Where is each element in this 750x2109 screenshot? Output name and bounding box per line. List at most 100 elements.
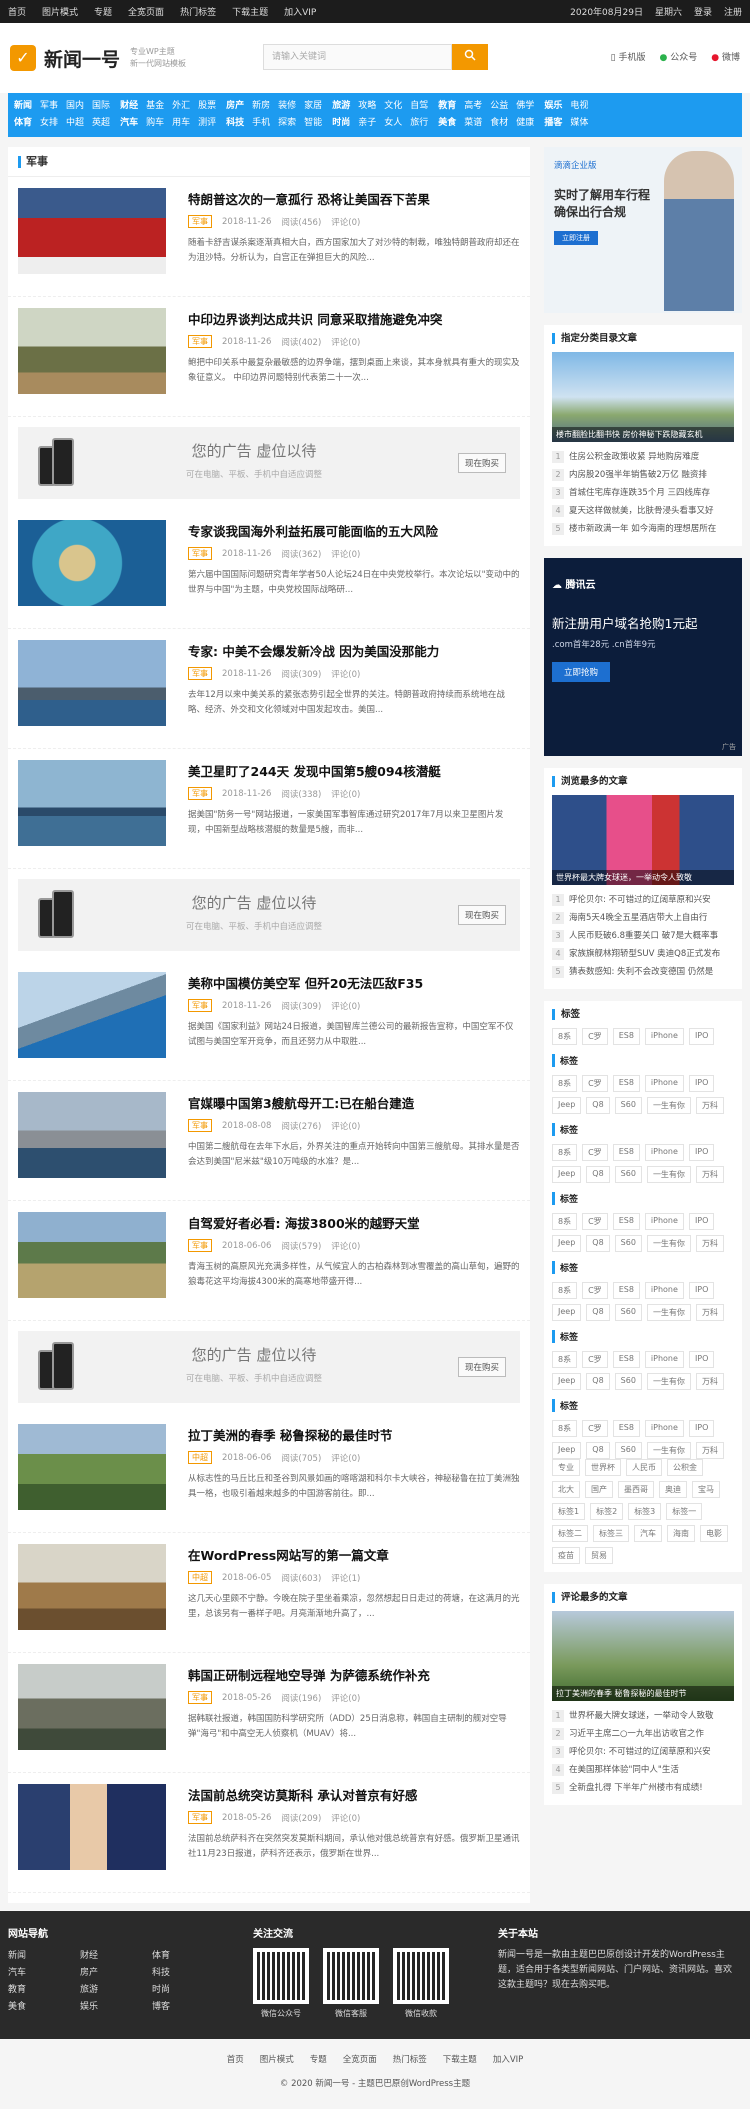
tag-link[interactable]: C罗 [582,1282,608,1299]
article-item[interactable]: 美称中国模仿美空军 但歼20无法匹敌F35 军事 2018-11-26 阅读(309)… [8,961,530,1081]
top-link-hot-tags[interactable]: 热门标签 [180,8,216,18]
tag-link[interactable]: 北大 [552,1481,580,1498]
category-image[interactable]: 楼市翻脸比翻书快 房价神秘下跌隐藏玄机 [552,352,734,442]
tag-link[interactable]: C罗 [582,1075,608,1092]
nav-item[interactable]: 家居 [304,99,322,114]
footer-link[interactable]: 新闻 [8,1948,80,1961]
tag-link[interactable]: 万科 [695,1235,724,1252]
article-thumbnail[interactable] [18,1664,166,1750]
article-thumbnail[interactable] [18,1424,166,1510]
nav-item[interactable]: 女排 [40,116,58,131]
tag-link[interactable]: 海南 [667,1525,695,1542]
sidebar-list-item[interactable]: 3 人民币贬破6.8重要关口 破7是大概率事 [552,927,734,945]
tag-link[interactable]: ES8 [612,1351,640,1368]
nav-item[interactable]: 基金 [146,99,164,114]
tag-link[interactable]: 标签二 [552,1525,588,1542]
article-title[interactable]: 法国前总统突访莫斯科 承认对普京有好感 [188,1787,520,1805]
site-logo[interactable]: 新闻一号 [44,45,120,72]
login-link[interactable]: 登录 [694,8,712,18]
footer-link[interactable]: 科技 [152,1965,224,1978]
tag-link[interactable]: Q8 [586,1304,610,1321]
sidebar-list-item[interactable]: 5 全新盘扎得 下半年广州楼市有成绩! [552,1779,734,1797]
tag-link[interactable]: S60 [614,1166,642,1183]
nav-item[interactable]: 用车 [172,116,190,131]
sidebar-list-item[interactable]: 3 呼伦贝尔: 不可错过的辽阔草原和兴安 [552,1743,734,1761]
nav-item[interactable]: 亲子 [358,116,376,131]
top-link-image-mode[interactable]: 图片模式 [42,8,78,18]
tag-link[interactable]: IPO [688,1144,715,1161]
nav-item[interactable]: 外汇 [172,99,190,114]
nav-item[interactable]: 女人 [384,116,402,131]
weibo-link[interactable]: ● 微博 [711,50,740,63]
tag-link[interactable]: S60 [614,1373,642,1390]
nav-item[interactable]: 新房 [252,99,270,114]
tag-link[interactable]: IPO [688,1351,715,1368]
bottom-link[interactable]: 加入VIP [493,2055,523,2065]
article-title[interactable]: 官媒曝中国第3艘航母开工:已在船台建造 [188,1095,520,1113]
article-title[interactable]: 自驾爱好者必看: 海拔3800米的越野天堂 [188,1215,520,1233]
tag-link[interactable]: iPhone [644,1028,684,1045]
tag-link[interactable]: S60 [614,1097,642,1114]
nav-item[interactable]: 公益 [490,99,508,114]
footer-link[interactable]: 娱乐 [80,1999,152,2012]
article-item[interactable]: 专家谈我国海外利益拓展可能面临的五大风险 军事 2018-11-26 阅读(362) 评… [8,509,530,629]
register-link[interactable]: 注册 [724,8,742,18]
nav-item[interactable]: 房产 [226,99,244,114]
logo-check-icon[interactable]: ✓ [10,45,36,71]
article-item[interactable]: 自驾爱好者必看: 海拔3800米的越野天堂 军事 2018-06-06 阅读(579)… [8,1201,530,1321]
nav-item[interactable]: 旅行 [410,116,428,131]
article-thumbnail[interactable] [18,1784,166,1870]
buy-now-button[interactable]: 现在购买 [457,905,506,925]
article-title[interactable]: 在WordPress网站写的第一篇文章 [188,1547,520,1565]
tag-link[interactable]: ES8 [612,1420,640,1437]
nav-item[interactable]: 高考 [464,99,482,114]
tag-link[interactable]: iPhone [644,1075,684,1092]
tag-link[interactable]: 墨西哥 [618,1481,654,1498]
tag-link[interactable]: iPhone [644,1420,684,1437]
tag-link[interactable]: ES8 [612,1028,640,1045]
footer-link[interactable]: 博客 [152,1999,224,2012]
tag-link[interactable]: ES8 [612,1282,640,1299]
article-title[interactable]: 韩国正研制远程地空导弹 为萨德系统作补充 [188,1667,520,1685]
tag-link[interactable]: 一生有你 [646,1235,691,1252]
tag-link[interactable]: Jeep [552,1235,582,1252]
article-thumbnail[interactable] [18,972,166,1058]
tag-link[interactable]: 标签3 [628,1503,662,1520]
tag-link[interactable]: Jeep [552,1304,582,1321]
tencent-ad[interactable]: ☁ 腾讯云 新注册用户域名抢购1元起 .com首年28元 .cn首年9元 立即抢… [544,558,742,756]
article-item[interactable]: 官媒曝中国第3艘航母开工:已在船台建造 军事 2018-08-08 阅读(276) 评论… [8,1081,530,1201]
article-thumbnail[interactable] [18,760,166,846]
tag-link[interactable]: 专业 [552,1459,580,1476]
tag-link[interactable]: 世界杯 [585,1459,621,1476]
article-title[interactable]: 美称中国模仿美空军 但歼20无法匹敌F35 [188,975,520,993]
nav-item[interactable]: 电视 [570,99,588,114]
nav-item[interactable]: 旅游 [332,99,350,114]
footer-link[interactable]: 汽车 [8,1965,80,1978]
nav-item[interactable]: 科技 [226,116,244,131]
nav-item[interactable]: 自驾 [410,99,428,114]
article-thumbnail[interactable] [18,188,166,274]
category-tag[interactable]: 军事 [188,215,212,228]
nav-item[interactable]: 教育 [438,99,456,114]
tag-link[interactable]: 8系 [552,1213,578,1230]
tag-link[interactable]: IPO [688,1028,715,1045]
nav-item[interactable]: 股票 [198,99,216,114]
bottom-link[interactable]: 专题 [310,2055,327,2065]
nav-item[interactable]: 英超 [92,116,110,131]
nav-item[interactable]: 攻略 [358,99,376,114]
tag-link[interactable]: 贸易 [585,1547,613,1564]
tag-link[interactable]: 8系 [552,1144,578,1161]
sidebar-list-item[interactable]: 1 世界杯最大牌女球迷，一举动令人致敬 [552,1707,734,1725]
footer-link[interactable]: 财经 [80,1948,152,1961]
tag-link[interactable]: S60 [614,1235,642,1252]
bottom-link[interactable]: 热门标签 [393,2055,427,2065]
search-input[interactable]: 请输入关键词 [263,44,452,70]
sidebar-list-item[interactable]: 5 猜表数感知: 失利不会改变德国 仍然是 [552,963,734,981]
footer-link[interactable]: 旅游 [80,1982,152,1995]
article-title[interactable]: 拉丁美洲的春季 秘鲁探秘的最佳时节 [188,1427,520,1445]
nav-item[interactable]: 财经 [120,99,138,114]
nav-item[interactable]: 军事 [40,99,58,114]
tag-link[interactable]: ES8 [612,1213,640,1230]
sidebar-list-item[interactable]: 1 呼伦贝尔: 不可错过的辽阔草原和兴安 [552,891,734,909]
article-thumbnail[interactable] [18,1544,166,1630]
